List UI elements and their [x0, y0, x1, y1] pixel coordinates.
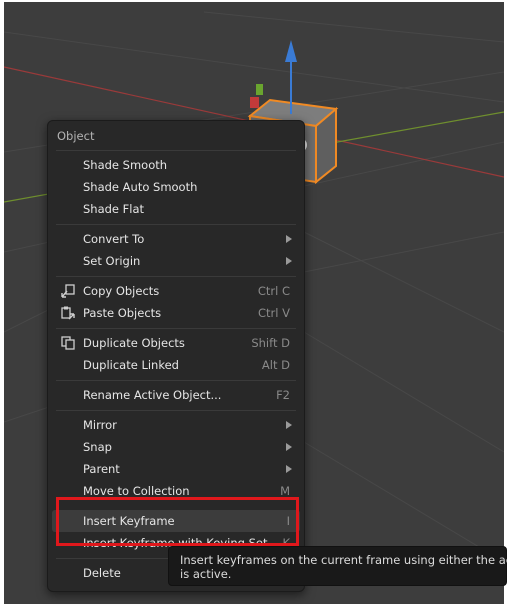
- menu-item-label: Snap: [83, 440, 112, 454]
- tooltip: Insert keyframes on the current frame us…: [168, 546, 507, 586]
- menu-divider: [56, 224, 296, 225]
- menu-item-label: Shade Auto Smooth: [83, 180, 198, 194]
- shortcut-label: Alt D: [261, 358, 290, 372]
- menu-item-label: Shade Flat: [83, 202, 145, 216]
- menu-item-paste-objects[interactable]: Paste Objects Ctrl V: [52, 302, 300, 324]
- shortcut-label: F2: [276, 388, 290, 402]
- screenshot-stage: Object Shade Smooth Shade Auto Smooth Sh…: [0, 0, 507, 606]
- menu-item-snap[interactable]: Snap: [52, 436, 300, 458]
- menu-item-label: Convert To: [83, 232, 145, 246]
- menu-item-shade-flat[interactable]: Shade Flat: [52, 198, 300, 220]
- copy-icon: [61, 284, 75, 298]
- menu-divider: [56, 328, 296, 329]
- menu-item-shade-auto-smooth[interactable]: Shade Auto Smooth: [52, 176, 300, 198]
- menu-item-label: Paste Objects: [83, 306, 162, 320]
- menu-item-label: Duplicate Objects: [83, 336, 185, 350]
- menu-item-mirror[interactable]: Mirror: [52, 414, 300, 436]
- submenu-arrow-icon: [286, 465, 292, 473]
- menu-divider: [56, 276, 296, 277]
- menu-item-parent[interactable]: Parent: [52, 458, 300, 480]
- menu-item-duplicate-objects[interactable]: Duplicate Objects Shift D: [52, 332, 300, 354]
- shortcut-label: M: [280, 484, 290, 498]
- shortcut-label: Ctrl C: [257, 284, 290, 298]
- menu-item-label: Move to Collection: [83, 484, 190, 498]
- duplicate-icon: [61, 336, 75, 350]
- menu-item-label: Rename Active Object...: [83, 388, 222, 402]
- menu-item-duplicate-linked[interactable]: Duplicate Linked Alt D: [52, 354, 300, 376]
- menu-item-rename-active-object[interactable]: Rename Active Object... F2: [52, 384, 300, 406]
- submenu-arrow-icon: [286, 257, 292, 265]
- menu-divider: [56, 150, 296, 151]
- submenu-arrow-icon: [286, 443, 292, 451]
- menu-title: Object: [57, 129, 95, 143]
- menu-item-label: Set Origin: [83, 254, 141, 268]
- tooltip-text: Insert keyframes on the current frame us…: [180, 553, 507, 581]
- menu-item-label: Copy Objects: [83, 284, 160, 298]
- menu-item-label: Shade Smooth: [83, 158, 168, 172]
- menu-divider: [56, 410, 296, 411]
- menu-item-label: Mirror: [83, 418, 117, 432]
- menu-item-shade-smooth[interactable]: Shade Smooth: [52, 154, 300, 176]
- tooltip-line-2: is active.: [180, 567, 232, 581]
- paste-icon: [61, 306, 75, 320]
- menu-item-copy-objects[interactable]: Copy Objects Ctrl C: [52, 280, 300, 302]
- shortcut-label: Ctrl V: [258, 306, 290, 320]
- menu-divider: [56, 380, 296, 381]
- tooltip-line-1: Insert keyframes on the current frame us…: [180, 553, 507, 567]
- menu-item-convert-to[interactable]: Convert To: [52, 228, 300, 250]
- menu-item-label: Duplicate Linked: [83, 358, 179, 372]
- submenu-arrow-icon: [286, 421, 292, 429]
- submenu-arrow-icon: [286, 235, 292, 243]
- menu-item-label: Parent: [83, 462, 120, 476]
- menu-item-label: Delete: [83, 566, 121, 580]
- highlight-annotation-box: [56, 497, 299, 546]
- shortcut-label: Shift D: [251, 336, 290, 350]
- menu-item-set-origin[interactable]: Set Origin: [52, 250, 300, 272]
